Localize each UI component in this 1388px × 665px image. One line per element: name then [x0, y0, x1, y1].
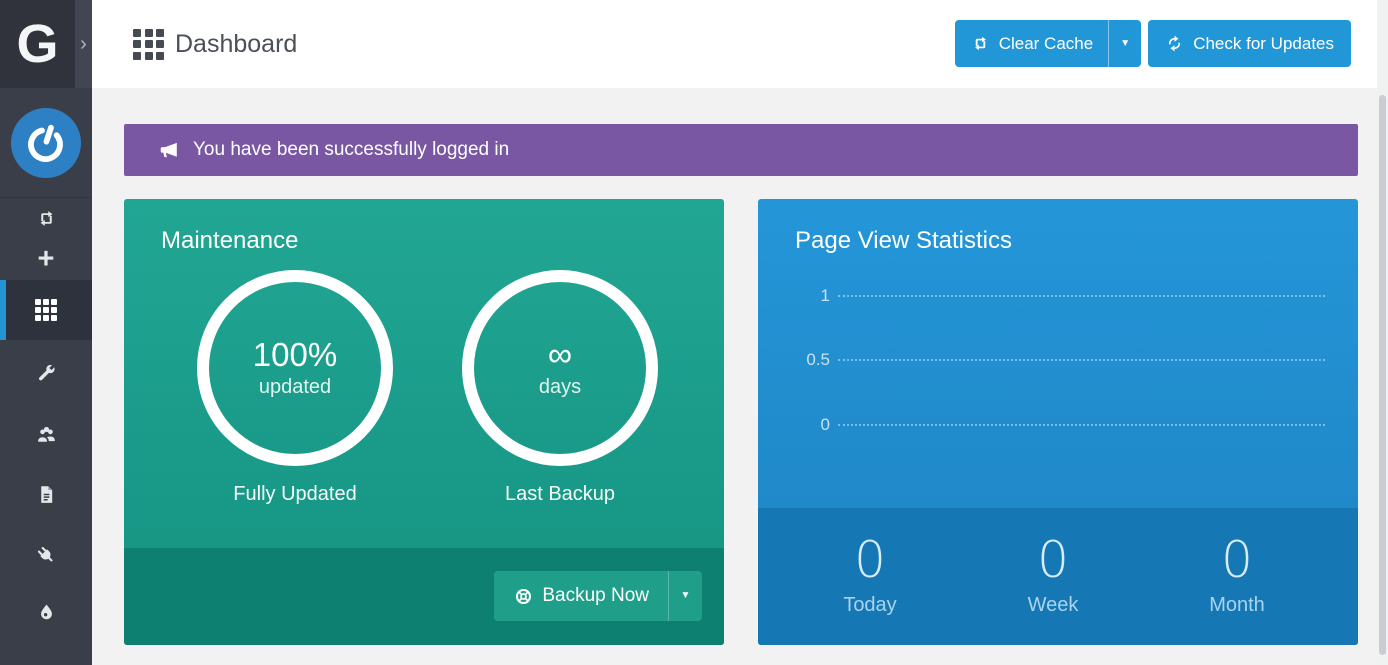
sidebar-item-dashboard[interactable]	[0, 280, 92, 340]
update-percentage: 100%	[253, 337, 337, 373]
month-count: 0	[1221, 534, 1253, 587]
retweet-icon	[971, 34, 990, 53]
megaphone-icon	[158, 139, 180, 161]
check-for-updates-button[interactable]: Check for Updates	[1148, 20, 1351, 67]
clear-cache-label: Clear Cache	[999, 34, 1094, 54]
sidebar-item-settings[interactable]	[0, 351, 92, 395]
page-title: Dashboard	[175, 30, 297, 59]
clear-cache-split-button: Clear Cache ▼	[955, 20, 1142, 67]
y-tick-0-5: 0.5	[768, 350, 830, 370]
update-status-label: Fully Updated	[197, 483, 393, 506]
clear-cache-button[interactable]: Clear Cache	[955, 20, 1109, 67]
sidebar-item-theme[interactable]	[0, 590, 92, 634]
month-label: Month	[1209, 594, 1265, 617]
sidebar-item-refresh[interactable]	[0, 196, 92, 240]
app-root: G › +	[0, 0, 1388, 665]
last-backup-label: Last Backup	[462, 483, 658, 506]
caret-down-icon: ▼	[1120, 39, 1130, 49]
counter-today: 0 Today	[800, 508, 940, 645]
grid-icon	[35, 299, 57, 321]
file-icon	[36, 484, 57, 505]
gridline	[838, 295, 1325, 297]
backup-days-value: ∞	[548, 337, 572, 374]
backup-split-button: Backup Now ▼	[494, 571, 702, 621]
page-scrollbar[interactable]	[1377, 0, 1388, 665]
update-status-ring: 100% updated	[197, 270, 393, 466]
sidebar: G › +	[0, 0, 92, 665]
sidebar-item-add[interactable]: +	[0, 237, 92, 281]
maintenance-title: Maintenance	[161, 227, 298, 255]
droplet-icon	[36, 602, 57, 623]
sidebar-item-pages[interactable]	[0, 472, 92, 516]
statistics-footer: 0 Today 0 Week 0 Month	[758, 508, 1358, 645]
retweet-icon	[36, 208, 57, 229]
chevron-right-icon: ›	[80, 33, 87, 56]
y-tick-0: 0	[768, 415, 830, 435]
users-icon	[36, 424, 57, 445]
week-label: Week	[1028, 594, 1079, 617]
sidebar-logo-row: G ›	[0, 0, 92, 88]
backup-caption: days	[539, 376, 581, 399]
today-count: 0	[854, 534, 886, 587]
backup-now-label: Backup Now	[542, 585, 649, 607]
scrollbar-thumb[interactable]	[1379, 95, 1386, 655]
backup-dropdown-button[interactable]: ▼	[668, 571, 702, 621]
check-for-updates-label: Check for Updates	[1193, 34, 1334, 54]
sidebar-item-users[interactable]	[0, 412, 92, 456]
backup-age-ring: ∞ days	[462, 270, 658, 466]
dashboard-grid-icon	[133, 29, 164, 60]
alert-message: You have been successfully logged in	[193, 139, 509, 161]
maintenance-footer: Backup Now ▼	[124, 548, 724, 645]
gridline	[838, 359, 1325, 361]
sidebar-item-plugins[interactable]	[0, 533, 92, 577]
y-tick-1: 1	[768, 286, 830, 306]
logout-button[interactable]	[0, 88, 92, 198]
counter-week: 0 Week	[983, 508, 1123, 645]
app-logo[interactable]: G	[0, 0, 75, 88]
maintenance-panel: Maintenance 100% updated ∞ days Fully Up…	[124, 199, 724, 645]
gridline	[838, 424, 1325, 426]
power-icon	[11, 108, 81, 178]
refresh-icon	[1165, 34, 1184, 53]
clear-cache-dropdown-button[interactable]: ▼	[1108, 20, 1141, 67]
login-success-alert: You have been successfully logged in	[124, 124, 1358, 176]
counter-month: 0 Month	[1167, 508, 1307, 645]
page-title-group: Dashboard	[133, 0, 297, 88]
sidebar-expand-button[interactable]: ›	[75, 0, 92, 88]
statistics-title: Page View Statistics	[795, 227, 1012, 255]
today-label: Today	[843, 594, 896, 617]
life-ring-icon	[514, 587, 533, 606]
top-header: Dashboard Clear Cache ▼	[92, 0, 1388, 88]
backup-now-button[interactable]: Backup Now	[494, 571, 668, 621]
plus-icon: +	[38, 245, 55, 274]
caret-down-icon: ▼	[681, 591, 691, 601]
update-caption: updated	[259, 376, 331, 399]
wrench-icon	[36, 363, 57, 384]
week-count: 0	[1037, 534, 1069, 587]
header-actions: Clear Cache ▼ Check for Updates	[955, 20, 1351, 67]
page-view-statistics-panel: Page View Statistics 1 0.5 0 0 Today 0 W…	[758, 199, 1358, 645]
plug-icon	[36, 545, 57, 566]
